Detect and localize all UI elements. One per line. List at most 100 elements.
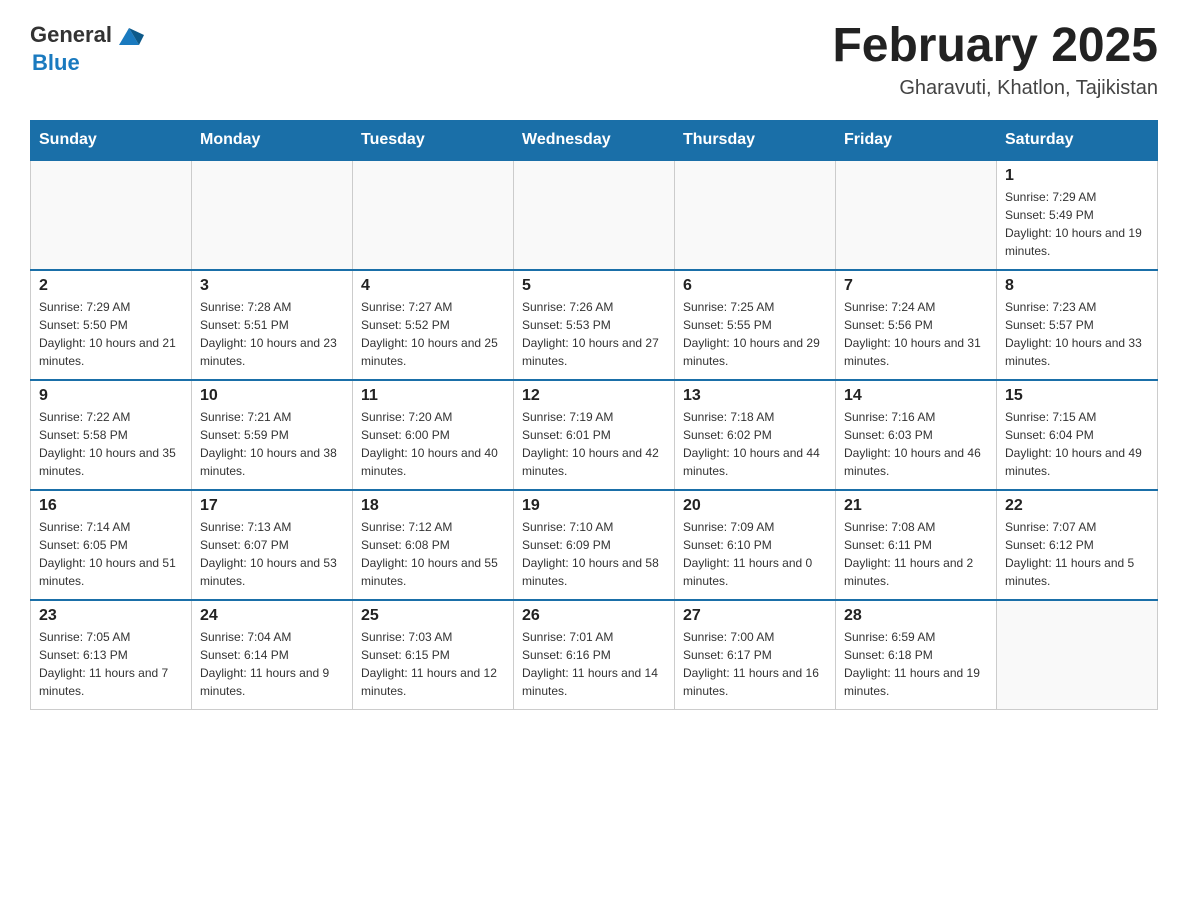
day-number: 24 — [200, 607, 344, 625]
logo-icon — [114, 20, 144, 50]
month-title: February 2025 — [832, 20, 1158, 73]
logo-general-text: General — [30, 22, 112, 48]
calendar-cell: 2 Sunrise: 7:29 AMSunset: 5:50 PMDaylight… — [31, 270, 192, 380]
logo-blue-text: Blue — [32, 50, 80, 76]
day-number: 28 — [844, 607, 988, 625]
day-info: Sunrise: 7:01 AMSunset: 6:16 PMDaylight:… — [522, 628, 666, 700]
day-info: Sunrise: 7:24 AMSunset: 5:56 PMDaylight:… — [844, 298, 988, 370]
day-number: 14 — [844, 387, 988, 405]
calendar-cell: 13 Sunrise: 7:18 AMSunset: 6:02 PMDayligh… — [675, 380, 836, 490]
day-number: 15 — [1005, 387, 1149, 405]
calendar-table: SundayMondayTuesdayWednesdayThursdayFrid… — [30, 120, 1158, 711]
calendar-cell: 26 Sunrise: 7:01 AMSunset: 6:16 PMDayligh… — [514, 600, 675, 710]
location-title: Gharavuti, Khatlon, Tajikistan — [832, 77, 1158, 100]
calendar-cell — [514, 160, 675, 270]
day-number: 18 — [361, 497, 505, 515]
day-info: Sunrise: 6:59 AMSunset: 6:18 PMDaylight:… — [844, 628, 988, 700]
day-info: Sunrise: 7:21 AMSunset: 5:59 PMDaylight:… — [200, 408, 344, 480]
calendar-cell: 21 Sunrise: 7:08 AMSunset: 6:11 PMDayligh… — [836, 490, 997, 600]
day-info: Sunrise: 7:19 AMSunset: 6:01 PMDaylight:… — [522, 408, 666, 480]
day-info: Sunrise: 7:08 AMSunset: 6:11 PMDaylight:… — [844, 518, 988, 590]
calendar-cell: 1Sunrise: 7:29 AMSunset: 5:49 PMDaylight… — [997, 160, 1158, 270]
calendar-cell — [31, 160, 192, 270]
calendar-cell — [997, 600, 1158, 710]
logo: General Blue — [30, 20, 144, 76]
calendar-cell: 19 Sunrise: 7:10 AMSunset: 6:09 PMDayligh… — [514, 490, 675, 600]
day-info: Sunrise: 7:03 AMSunset: 6:15 PMDaylight:… — [361, 628, 505, 700]
calendar-cell: 24 Sunrise: 7:04 AMSunset: 6:14 PMDayligh… — [192, 600, 353, 710]
week-row-5: 23 Sunrise: 7:05 AMSunset: 6:13 PMDayligh… — [31, 600, 1158, 710]
calendar-cell: 11 Sunrise: 7:20 AMSunset: 6:00 PMDayligh… — [353, 380, 514, 490]
day-number: 4 — [361, 277, 505, 295]
day-info: Sunrise: 7:14 AMSunset: 6:05 PMDaylight:… — [39, 518, 183, 590]
calendar-cell — [836, 160, 997, 270]
calendar-cell: 20Sunrise: 7:09 AMSunset: 6:10 PMDayligh… — [675, 490, 836, 600]
column-header-monday: Monday — [192, 120, 353, 160]
calendar-cell: 9 Sunrise: 7:22 AMSunset: 5:58 PMDaylight… — [31, 380, 192, 490]
day-number: 6 — [683, 277, 827, 295]
calendar-cell: 7 Sunrise: 7:24 AMSunset: 5:56 PMDaylight… — [836, 270, 997, 380]
column-header-sunday: Sunday — [31, 120, 192, 160]
calendar-header-row: SundayMondayTuesdayWednesdayThursdayFrid… — [31, 120, 1158, 160]
day-number: 21 — [844, 497, 988, 515]
day-number: 5 — [522, 277, 666, 295]
column-header-wednesday: Wednesday — [514, 120, 675, 160]
day-info: Sunrise: 7:05 AMSunset: 6:13 PMDaylight:… — [39, 628, 183, 700]
calendar-cell: 4 Sunrise: 7:27 AMSunset: 5:52 PMDaylight… — [353, 270, 514, 380]
calendar-cell — [353, 160, 514, 270]
day-number: 9 — [39, 387, 183, 405]
page-header: General Blue February 2025 Gharavuti, Kh… — [30, 20, 1158, 100]
calendar-cell: 16 Sunrise: 7:14 AMSunset: 6:05 PMDayligh… — [31, 490, 192, 600]
day-info: Sunrise: 7:26 AMSunset: 5:53 PMDaylight:… — [522, 298, 666, 370]
calendar-cell: 12 Sunrise: 7:19 AMSunset: 6:01 PMDayligh… — [514, 380, 675, 490]
calendar-cell — [192, 160, 353, 270]
column-header-tuesday: Tuesday — [353, 120, 514, 160]
calendar-cell: 10 Sunrise: 7:21 AMSunset: 5:59 PMDayligh… — [192, 380, 353, 490]
day-info: Sunrise: 7:20 AMSunset: 6:00 PMDaylight:… — [361, 408, 505, 480]
day-info: Sunrise: 7:00 AMSunset: 6:17 PMDaylight:… — [683, 628, 827, 700]
day-number: 26 — [522, 607, 666, 625]
day-number: 13 — [683, 387, 827, 405]
day-number: 8 — [1005, 277, 1149, 295]
calendar-cell: 3 Sunrise: 7:28 AMSunset: 5:51 PMDaylight… — [192, 270, 353, 380]
calendar-cell: 22 Sunrise: 7:07 AMSunset: 6:12 PMDayligh… — [997, 490, 1158, 600]
week-row-1: 1Sunrise: 7:29 AMSunset: 5:49 PMDaylight… — [31, 160, 1158, 270]
day-number: 25 — [361, 607, 505, 625]
day-info: Sunrise: 7:22 AMSunset: 5:58 PMDaylight:… — [39, 408, 183, 480]
day-info: Sunrise: 7:23 AMSunset: 5:57 PMDaylight:… — [1005, 298, 1149, 370]
day-info: Sunrise: 7:10 AMSunset: 6:09 PMDaylight:… — [522, 518, 666, 590]
day-number: 11 — [361, 387, 505, 405]
day-number: 7 — [844, 277, 988, 295]
day-number: 27 — [683, 607, 827, 625]
day-number: 12 — [522, 387, 666, 405]
calendar-cell: 23 Sunrise: 7:05 AMSunset: 6:13 PMDayligh… — [31, 600, 192, 710]
calendar-cell: 18Sunrise: 7:12 AMSunset: 6:08 PMDayligh… — [353, 490, 514, 600]
day-number: 2 — [39, 277, 183, 295]
calendar-cell: 25 Sunrise: 7:03 AMSunset: 6:15 PMDayligh… — [353, 600, 514, 710]
day-number: 23 — [39, 607, 183, 625]
day-info: Sunrise: 7:04 AMSunset: 6:14 PMDaylight:… — [200, 628, 344, 700]
day-number: 3 — [200, 277, 344, 295]
day-number: 16 — [39, 497, 183, 515]
calendar-cell: 28 Sunrise: 6:59 AMSunset: 6:18 PMDayligh… — [836, 600, 997, 710]
calendar-cell: 15 Sunrise: 7:15 AMSunset: 6:04 PMDayligh… — [997, 380, 1158, 490]
day-number: 17 — [200, 497, 344, 515]
day-info: Sunrise: 7:09 AMSunset: 6:10 PMDaylight:… — [683, 518, 827, 590]
day-info: Sunrise: 7:27 AMSunset: 5:52 PMDaylight:… — [361, 298, 505, 370]
day-info: Sunrise: 7:15 AMSunset: 6:04 PMDaylight:… — [1005, 408, 1149, 480]
column-header-saturday: Saturday — [997, 120, 1158, 160]
week-row-3: 9 Sunrise: 7:22 AMSunset: 5:58 PMDaylight… — [31, 380, 1158, 490]
day-info: Sunrise: 7:29 AMSunset: 5:50 PMDaylight:… — [39, 298, 183, 370]
day-info: Sunrise: 7:07 AMSunset: 6:12 PMDaylight:… — [1005, 518, 1149, 590]
day-number: 19 — [522, 497, 666, 515]
day-info: Sunrise: 7:28 AMSunset: 5:51 PMDaylight:… — [200, 298, 344, 370]
calendar-cell: 27 Sunrise: 7:00 AMSunset: 6:17 PMDayligh… — [675, 600, 836, 710]
day-info: Sunrise: 7:18 AMSunset: 6:02 PMDaylight:… — [683, 408, 827, 480]
column-header-thursday: Thursday — [675, 120, 836, 160]
day-info: Sunrise: 7:25 AMSunset: 5:55 PMDaylight:… — [683, 298, 827, 370]
day-number: 22 — [1005, 497, 1149, 515]
calendar-cell: 8 Sunrise: 7:23 AMSunset: 5:57 PMDaylight… — [997, 270, 1158, 380]
day-number: 10 — [200, 387, 344, 405]
week-row-4: 16 Sunrise: 7:14 AMSunset: 6:05 PMDayligh… — [31, 490, 1158, 600]
day-info: Sunrise: 7:29 AMSunset: 5:49 PMDaylight:… — [1005, 188, 1149, 260]
